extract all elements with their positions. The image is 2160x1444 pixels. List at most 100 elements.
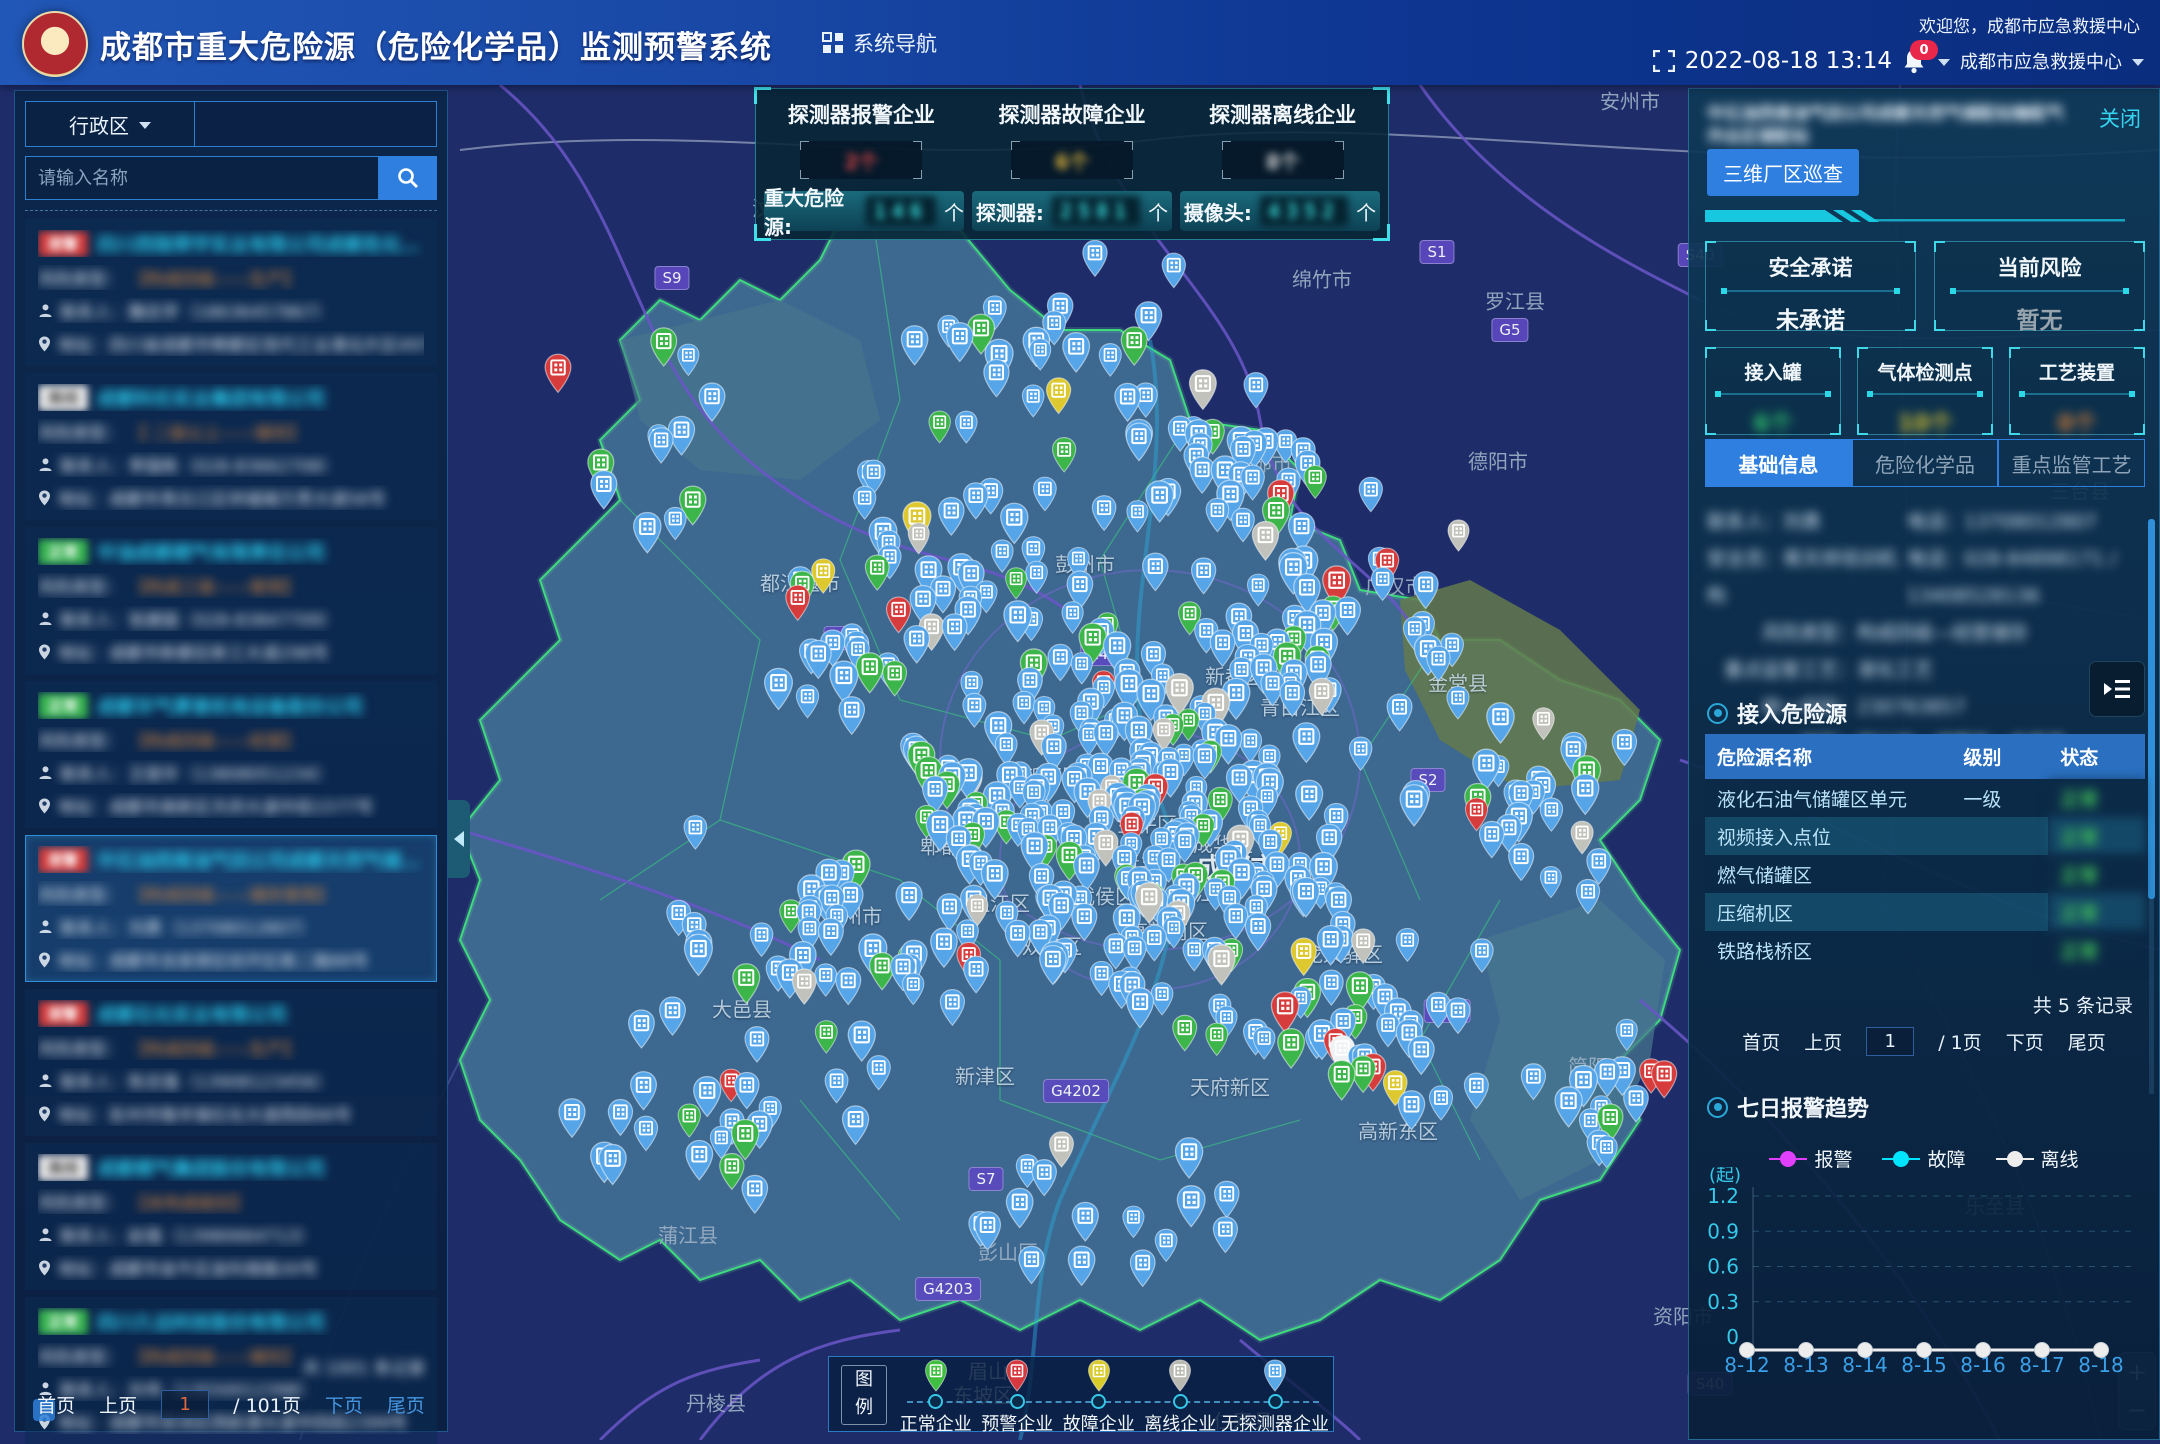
map-marker[interactable] — [686, 1141, 713, 1180]
pagination-next[interactable]: 下页 — [2006, 1028, 2044, 1055]
enterprise-list-item[interactable]: 报警成都石化实业有限公司风险类型：【构成四级——生产】联系人：陈志强（13908… — [25, 989, 437, 1136]
map-marker[interactable] — [903, 973, 924, 1005]
map-marker[interactable] — [1464, 1073, 1488, 1108]
map-marker[interactable] — [856, 653, 883, 693]
map-marker[interactable] — [1068, 1246, 1095, 1285]
map-marker[interactable] — [786, 585, 810, 620]
map-marker[interactable] — [1400, 785, 1428, 826]
map-marker[interactable] — [1271, 992, 1298, 1032]
map-marker[interactable] — [1447, 686, 1469, 719]
map-marker[interactable] — [805, 640, 831, 678]
map-marker[interactable] — [1278, 1029, 1305, 1068]
map-marker[interactable] — [765, 668, 793, 709]
map-marker[interactable] — [1595, 1059, 1621, 1097]
map-marker[interactable] — [964, 483, 988, 519]
region-filter-dropdown[interactable]: 行政区 — [25, 101, 195, 147]
table-row[interactable]: 液化石油气储罐区单元一级正常 — [1705, 779, 2145, 817]
map-marker[interactable] — [631, 1072, 657, 1110]
fullscreen-icon[interactable] — [1653, 50, 1675, 72]
map-marker[interactable] — [651, 328, 677, 366]
map-marker[interactable] — [940, 990, 964, 1026]
map-marker[interactable] — [796, 685, 818, 718]
map-marker[interactable] — [1127, 988, 1154, 1028]
pagination-prev[interactable]: 上页 — [1804, 1028, 1842, 1055]
map-marker[interactable] — [1624, 1085, 1649, 1121]
pagination-first[interactable]: 首页 — [37, 1391, 75, 1418]
map-marker[interactable] — [1143, 553, 1168, 590]
map-marker[interactable] — [1244, 373, 1268, 408]
map-marker[interactable] — [1040, 945, 1066, 984]
map-marker[interactable] — [1387, 694, 1412, 731]
map-marker[interactable] — [1408, 1036, 1434, 1074]
enterprise-list-item[interactable]: 离线成都科伦实业集团有限公司风险类型：【 二级以上——储存】联系人：李国栋（02… — [25, 373, 437, 520]
map-marker[interactable] — [1094, 720, 1118, 756]
map-marker[interactable] — [684, 816, 707, 849]
panel-toggle-button[interactable] — [2089, 661, 2145, 717]
table-row[interactable]: 压缩机区正常 — [1705, 893, 2145, 931]
notifications-button[interactable]: 0 — [1902, 48, 1928, 74]
map-marker[interactable] — [1123, 1206, 1144, 1237]
map-marker[interactable] — [854, 486, 876, 519]
map-marker[interactable] — [1293, 723, 1320, 763]
map-marker[interactable] — [1151, 983, 1173, 1015]
pagination-last[interactable]: 尾页 — [2068, 1028, 2106, 1055]
map-marker[interactable] — [1126, 423, 1151, 461]
map-marker[interactable] — [904, 626, 929, 663]
map-marker[interactable] — [1291, 938, 1316, 975]
map-marker[interactable] — [1022, 385, 1044, 417]
map-marker[interactable] — [629, 1010, 655, 1048]
map-marker[interactable] — [1121, 327, 1147, 365]
map-marker[interactable] — [1572, 774, 1599, 814]
map-marker[interactable] — [664, 507, 686, 539]
map-marker[interactable] — [1576, 879, 1599, 913]
map-marker[interactable] — [559, 1099, 585, 1137]
map-marker[interactable] — [1413, 572, 1438, 609]
map-marker[interactable] — [867, 1056, 890, 1090]
map-marker[interactable] — [939, 498, 964, 536]
map-marker[interactable] — [1001, 503, 1028, 543]
map-marker[interactable] — [896, 882, 922, 920]
map-marker[interactable] — [1006, 568, 1027, 599]
map-marker[interactable] — [995, 733, 1017, 765]
map-marker[interactable] — [991, 540, 1013, 572]
map-marker[interactable] — [1319, 970, 1343, 1005]
map-marker[interactable] — [984, 360, 1009, 397]
map-marker[interactable] — [1026, 561, 1048, 593]
map-marker[interactable] — [1359, 477, 1382, 511]
map-marker[interactable] — [1030, 339, 1051, 370]
map-marker[interactable] — [1032, 1160, 1056, 1196]
enterprise-list-item[interactable]: 离线成都燃气集团股份有限公司风险类型：【未构成级别】联系人：赵强（1398066… — [25, 1143, 437, 1290]
map-marker[interactable] — [818, 918, 843, 955]
map-marker[interactable] — [1304, 465, 1326, 498]
map-marker[interactable] — [634, 1116, 657, 1150]
map-marker[interactable] — [1130, 1250, 1155, 1286]
enterprise-list-item[interactable]: 报警中石油西南油气田公司成都天然气储配站风险类型：【构成四级——储存使用】联系人… — [25, 835, 437, 982]
map-marker[interactable] — [883, 661, 907, 696]
map-marker[interactable] — [848, 1021, 875, 1061]
pagination-prev[interactable]: 上页 — [99, 1391, 137, 1418]
map-marker[interactable] — [792, 969, 816, 1004]
map-marker[interactable] — [1429, 1086, 1452, 1120]
map-marker[interactable] — [750, 923, 773, 956]
nav-system-menu[interactable]: 系统导航 — [822, 28, 937, 58]
map-marker[interactable] — [1192, 558, 1216, 594]
map-marker[interactable] — [1296, 780, 1323, 820]
map-marker[interactable] — [685, 934, 713, 975]
map-marker[interactable] — [1612, 729, 1636, 765]
map-marker[interactable] — [1509, 844, 1534, 881]
map-marker[interactable] — [678, 1104, 700, 1137]
pagination-first[interactable]: 首页 — [1742, 1028, 1780, 1055]
map-marker[interactable] — [1006, 1188, 1033, 1227]
table-row[interactable]: 视频接入点位正常 — [1705, 817, 2145, 855]
map-marker[interactable] — [1127, 501, 1148, 532]
map-marker[interactable] — [1446, 998, 1470, 1034]
map-marker[interactable] — [1183, 938, 1205, 971]
map-marker[interactable] — [1163, 917, 1184, 948]
map-marker[interactable] — [1190, 457, 1215, 493]
map-marker[interactable] — [964, 956, 989, 993]
map-marker[interactable] — [1005, 920, 1030, 956]
map-marker[interactable] — [745, 1027, 769, 1062]
map-marker[interactable] — [1245, 913, 1270, 950]
pagination-last[interactable]: 尾页 — [387, 1391, 425, 1418]
map-marker[interactable] — [1448, 520, 1469, 551]
